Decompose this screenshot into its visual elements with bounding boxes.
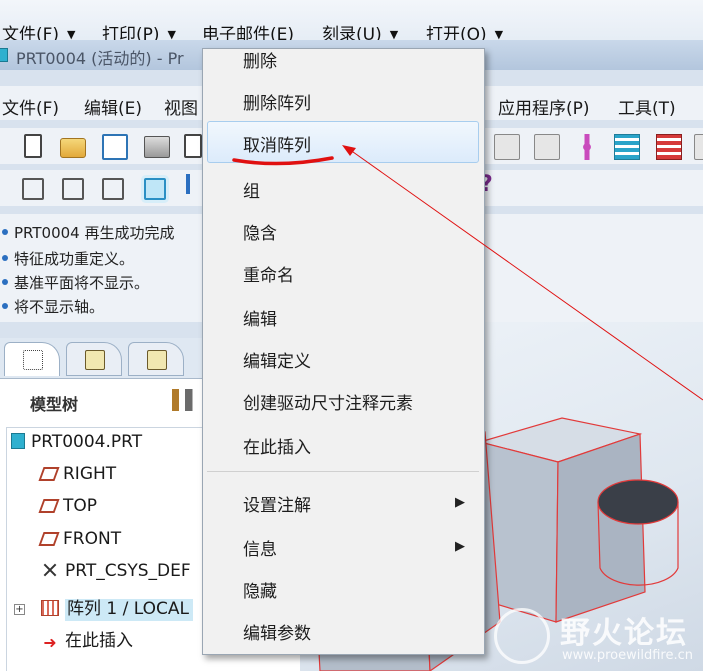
menu-file[interactable]: 文件(F) (2, 94, 59, 119)
menu-item-set-annotation[interactable]: 设置注解 (243, 491, 311, 516)
menu-item-rename[interactable]: 重命名 (243, 261, 294, 286)
pattern-icon (41, 600, 59, 616)
menu-item-insert-here[interactable]: 在此插入 (243, 433, 311, 458)
tab-model-tree[interactable] (4, 342, 60, 376)
model-tree-title: 模型树 (30, 395, 79, 414)
datum-display-icon[interactable] (186, 174, 200, 194)
tree-item-insert-here[interactable]: ➜ 在此插入 (41, 626, 133, 652)
new-file-icon[interactable] (24, 134, 42, 158)
menu-edit[interactable]: 编辑(E) (84, 94, 142, 119)
block-side-face (555, 433, 646, 623)
message-line: 将不显示轴。 (2, 296, 104, 317)
toolbar-overflow-icon[interactable] (694, 134, 703, 160)
menu-item-suppress[interactable]: 隐含 (243, 219, 277, 244)
menu-view[interactable]: 视图 (164, 94, 198, 119)
folder-icon (85, 350, 105, 370)
menu-separator (207, 471, 479, 472)
submenu-arrow-icon: ▶ (455, 539, 465, 554)
menu-item-edit-parameters[interactable]: 编辑参数 (243, 619, 311, 644)
save-icon[interactable] (102, 134, 128, 160)
tab-folder-browser[interactable] (66, 342, 122, 376)
submenu-arrow-icon: ▶ (455, 495, 465, 510)
datum-point-icon[interactable] (574, 134, 600, 160)
print-icon[interactable] (144, 136, 170, 158)
message-line: PRT0004 再生成功完成 (2, 222, 174, 243)
bullet-icon (2, 279, 8, 285)
watermark-text: 野火论坛 (560, 616, 688, 651)
csys-icon (41, 562, 59, 578)
menu-item-unpattern[interactable]: 取消阵列 (243, 131, 311, 156)
message-line: 基准平面将不显示。 (2, 272, 149, 293)
part-icon (11, 433, 25, 449)
datum-plane-icon (38, 532, 60, 546)
new-window-icon[interactable] (184, 134, 202, 158)
regen-manager-icon[interactable] (656, 134, 682, 160)
menu-item-group[interactable]: 组 (243, 177, 260, 202)
tree-item-front[interactable]: FRONT (38, 529, 121, 555)
shading-icon[interactable] (144, 178, 166, 200)
menu-applications[interactable]: 应用程序(P) (498, 94, 590, 119)
model-tree-icon (23, 350, 43, 370)
tools-icon[interactable] (172, 389, 196, 411)
menu-item-create-driving-dim-annotation[interactable]: 创建驱动尺寸注释元素 (243, 389, 413, 414)
datum-plane-icon (38, 499, 60, 513)
bullet-icon (2, 303, 8, 309)
tree-item-csys[interactable]: PRT_CSYS_DEF (41, 561, 191, 587)
menu-item-edit-definition[interactable]: 编辑定义 (243, 347, 311, 372)
open-folder-icon[interactable] (60, 138, 86, 158)
menu-item-delete-pattern[interactable]: 删除阵列 (243, 89, 311, 114)
menu-item-delete[interactable]: 删除 (243, 47, 277, 72)
tab-favorites[interactable] (128, 342, 184, 376)
menu-item-info[interactable]: 信息 (243, 535, 277, 560)
watermark-url: www.proewildfire.cn (562, 648, 693, 663)
menu-tools[interactable]: 工具(T) (618, 94, 676, 119)
tree-item-pattern[interactable]: 阵列 1 / LOCAL (41, 594, 193, 621)
tree-item-top[interactable]: TOP (38, 496, 97, 522)
window-title: PRT0004 (活动的) - Pr (16, 49, 184, 68)
message-line: 特征成功重定义。 (2, 248, 134, 269)
paste-special-icon[interactable] (534, 134, 560, 160)
insert-arrow-icon: ➜ (43, 633, 57, 652)
menu-item-hide[interactable]: 隐藏 (243, 577, 277, 602)
regenerate-icon[interactable] (614, 134, 640, 160)
flame-logo-icon (494, 608, 550, 664)
wireframe-icon[interactable] (22, 178, 44, 200)
hole-top-edge (597, 479, 679, 525)
bullet-icon (2, 255, 8, 261)
hidden-line-icon[interactable] (62, 178, 84, 200)
expand-icon[interactable]: + (14, 604, 25, 615)
no-hidden-icon[interactable] (102, 178, 124, 200)
bullet-icon (2, 229, 8, 235)
menu-item-edit[interactable]: 编辑 (243, 305, 277, 330)
datum-plane-icon (38, 467, 60, 481)
tree-item-right[interactable]: RIGHT (38, 464, 116, 490)
part-icon (0, 48, 8, 62)
watermark: 野火论坛 www.proewildfire.cn (490, 604, 703, 671)
favorites-icon (147, 350, 167, 370)
paste-icon[interactable] (494, 134, 520, 160)
context-menu: 删除 删除阵列 取消阵列 组 隐含 重命名 编辑 编辑定义 创建驱动尺寸注释元素… (202, 48, 485, 655)
tree-item-part[interactable]: PRT0004.PRT (11, 432, 142, 458)
